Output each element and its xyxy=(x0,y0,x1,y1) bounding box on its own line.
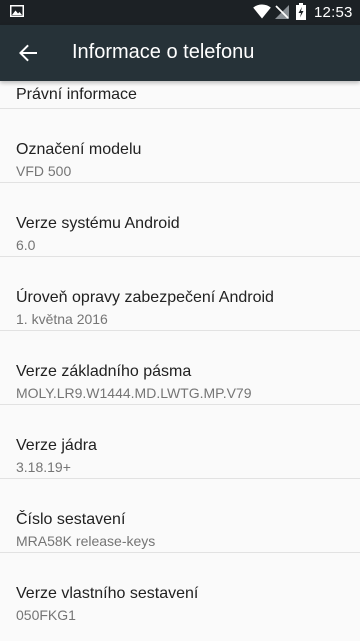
list-item-custom-build[interactable]: Verze vlastního sestavení 050FKG1 xyxy=(0,553,360,641)
list-item-legal-info[interactable]: Právní informace xyxy=(0,81,360,109)
status-bar: 12:53 xyxy=(0,0,360,25)
item-summary: 1. května 2016 xyxy=(16,311,108,327)
wifi-icon xyxy=(253,4,271,19)
list-item-baseband[interactable]: Verze základního pásma MOLY.LR9.W1444.MD… xyxy=(0,331,360,405)
list-item-android-version[interactable]: Verze systému Android 6.0 xyxy=(0,183,360,257)
item-title: Verze vlastního sestavení xyxy=(16,585,199,602)
item-summary: 050FKG1 xyxy=(16,607,76,623)
page-title: Informace o telefonu xyxy=(72,41,255,63)
back-button[interactable] xyxy=(8,33,48,73)
no-sim-signal-icon xyxy=(275,5,289,19)
status-time: 12:53 xyxy=(314,4,353,21)
image-notification-icon xyxy=(10,5,24,17)
settings-list[interactable]: Právní informace Označení modelu VFD 500… xyxy=(0,81,360,641)
item-title: Číslo sestavení xyxy=(16,511,126,528)
item-summary: VFD 500 xyxy=(16,163,72,179)
arrow-back-icon xyxy=(19,44,37,62)
item-title: Právní informace xyxy=(16,86,137,103)
list-item-build-number[interactable]: Číslo sestavení MRA58K release-keys xyxy=(0,479,360,553)
item-title: Verze systému Android xyxy=(16,215,180,232)
item-summary: 3.18.19+ xyxy=(16,459,71,475)
item-summary: 6.0 xyxy=(16,237,36,253)
item-title: Úroveň opravy zabezpečení Android xyxy=(16,289,274,306)
item-title: Označení modelu xyxy=(16,141,142,158)
list-item-kernel[interactable]: Verze jádra 3.18.19+ xyxy=(0,405,360,479)
item-title: Verze základního pásma xyxy=(16,363,192,380)
item-summary: MOLY.LR9.W1444.MD.LWTG.MP.V79 xyxy=(16,385,252,401)
battery-charging-icon xyxy=(296,3,306,20)
item-summary: MRA58K release-keys xyxy=(16,533,156,549)
list-item-security-patch[interactable]: Úroveň opravy zabezpečení Android 1. kvě… xyxy=(0,257,360,331)
item-title: Verze jádra xyxy=(16,437,97,454)
list-item-model[interactable]: Označení modelu VFD 500 xyxy=(0,109,360,183)
app-bar: Informace o telefonu xyxy=(0,25,360,81)
